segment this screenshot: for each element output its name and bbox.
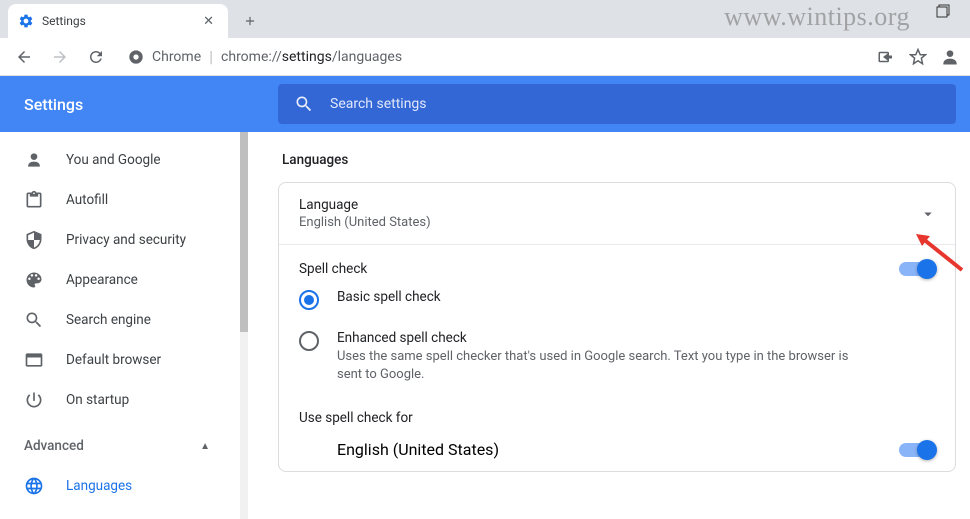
gear-icon bbox=[18, 13, 34, 29]
language-title: Language bbox=[299, 197, 935, 213]
url-path: chrome://settings/languages bbox=[221, 49, 402, 65]
sidebar-item-autofill[interactable]: Autofill bbox=[0, 180, 240, 220]
scrollbar[interactable] bbox=[240, 132, 248, 519]
sidebar-item-languages[interactable]: Languages bbox=[0, 466, 240, 506]
sidebar: You and Google Autofill Privacy and secu… bbox=[0, 132, 240, 519]
restore-icon[interactable] bbox=[936, 4, 950, 18]
language-row[interactable]: Language English (United States) bbox=[279, 183, 955, 244]
radio-input[interactable] bbox=[299, 290, 319, 310]
advanced-label: Advanced bbox=[24, 438, 84, 454]
radio-label: Enhanced spell check bbox=[337, 330, 857, 346]
close-icon[interactable]: ✕ bbox=[199, 14, 218, 29]
radio-enhanced[interactable]: Enhanced spell check Uses the same spell… bbox=[279, 320, 955, 394]
language-value: English (United States) bbox=[299, 215, 935, 230]
tab-strip: Settings ✕ bbox=[0, 0, 970, 38]
sidebar-item-label: Default browser bbox=[66, 352, 161, 368]
palette-icon bbox=[24, 270, 44, 290]
search-icon bbox=[24, 310, 44, 330]
shield-icon bbox=[24, 230, 44, 250]
reload-button[interactable] bbox=[82, 43, 110, 71]
search-box[interactable] bbox=[278, 84, 956, 124]
chevron-down-icon[interactable] bbox=[919, 205, 937, 223]
url-scheme: Chrome bbox=[152, 49, 201, 65]
globe-icon bbox=[24, 476, 44, 496]
profile-icon[interactable] bbox=[940, 47, 960, 67]
sidebar-item-label: On startup bbox=[66, 392, 129, 408]
sidebar-item-on-startup[interactable]: On startup bbox=[0, 380, 240, 420]
content-area: Languages Language English (United State… bbox=[248, 132, 970, 519]
browser-icon bbox=[24, 350, 44, 370]
browser-tab[interactable]: Settings ✕ bbox=[8, 4, 228, 38]
spell-check-toggle[interactable] bbox=[899, 262, 935, 276]
radio-basic[interactable]: Basic spell check bbox=[279, 279, 955, 320]
spell-lang-row: English (United States) bbox=[279, 428, 955, 471]
new-tab-button[interactable] bbox=[236, 7, 264, 35]
sidebar-item-you-and-google[interactable]: You and Google bbox=[0, 140, 240, 180]
clipboard-icon bbox=[24, 190, 44, 210]
radio-label: Basic spell check bbox=[337, 289, 441, 305]
sidebar-item-label: Appearance bbox=[66, 272, 138, 288]
address-bar: Chrome | chrome://settings/languages bbox=[0, 38, 970, 76]
sidebar-item-label: You and Google bbox=[66, 152, 161, 168]
forward-button[interactable] bbox=[46, 43, 74, 71]
bookmark-icon[interactable] bbox=[908, 47, 928, 67]
sidebar-item-default-browser[interactable]: Default browser bbox=[0, 340, 240, 380]
sidebar-item-label: Languages bbox=[66, 478, 132, 494]
sidebar-item-appearance[interactable]: Appearance bbox=[0, 260, 240, 300]
back-button[interactable] bbox=[10, 43, 38, 71]
advanced-toggle[interactable]: Advanced ▲ bbox=[0, 426, 240, 466]
use-spell-check-for: Use spell check for bbox=[279, 394, 955, 428]
tab-title: Settings bbox=[42, 14, 191, 28]
chevron-up-icon: ▲ bbox=[200, 441, 210, 452]
languages-card: Language English (United States) Spell c… bbox=[278, 182, 956, 472]
sidebar-item-label: Privacy and security bbox=[66, 232, 186, 248]
window-controls bbox=[936, 4, 950, 18]
radio-desc: Uses the same spell checker that's used … bbox=[337, 348, 857, 384]
chrome-icon bbox=[128, 49, 144, 65]
person-icon bbox=[24, 150, 44, 170]
spell-lang-name: English (United States) bbox=[337, 440, 499, 459]
spell-lang-toggle[interactable] bbox=[899, 443, 935, 457]
sidebar-item-label: Search engine bbox=[66, 312, 151, 328]
sidebar-item-label: Autofill bbox=[66, 192, 108, 208]
power-icon bbox=[24, 390, 44, 410]
sidebar-item-privacy[interactable]: Privacy and security bbox=[0, 220, 240, 260]
sidebar-item-search-engine[interactable]: Search engine bbox=[0, 300, 240, 340]
search-input[interactable] bbox=[330, 96, 940, 112]
share-icon[interactable] bbox=[876, 47, 896, 67]
page-heading: Languages bbox=[278, 152, 956, 168]
radio-input[interactable] bbox=[299, 331, 319, 351]
url-field[interactable]: Chrome | chrome://settings/languages bbox=[118, 47, 868, 66]
search-icon bbox=[294, 94, 314, 114]
spell-check-row: Spell check bbox=[279, 245, 955, 279]
settings-title: Settings bbox=[0, 95, 278, 114]
spell-check-title: Spell check bbox=[299, 261, 367, 277]
settings-header: Settings bbox=[0, 76, 970, 132]
